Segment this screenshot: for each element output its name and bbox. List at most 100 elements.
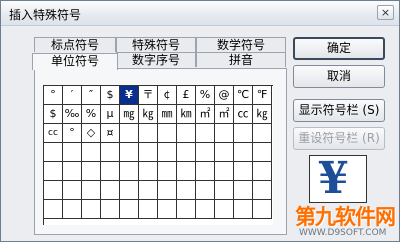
symbol-cell[interactable]: ㎡ [215,105,234,124]
symbol-cell[interactable]: ◇ [82,124,101,143]
symbol-cell[interactable] [63,181,82,200]
symbol-cell[interactable] [63,200,82,219]
symbol-cell[interactable] [158,143,177,162]
symbol-cell[interactable] [234,124,253,143]
symbol-cell[interactable] [177,143,196,162]
symbol-cell[interactable] [120,143,139,162]
symbol-cell[interactable]: 〒 [139,86,158,105]
symbol-cell[interactable] [139,124,158,143]
symbol-cell[interactable]: ㎡ [196,105,215,124]
tab-pinyin[interactable]: 拼音 [196,52,286,67]
symbol-cell[interactable] [215,162,234,181]
watermark-text: 第九软件网 [295,205,396,229]
symbol-cell[interactable] [101,143,120,162]
symbol-cell[interactable] [120,200,139,219]
symbol-cell[interactable] [82,143,101,162]
tab-punctuation[interactable]: 标点符号 [34,37,116,52]
close-icon[interactable]: × [377,5,394,20]
symbol-cell[interactable]: $ [101,86,120,105]
symbol-cell[interactable] [120,162,139,181]
symbol-cell[interactable] [120,181,139,200]
symbol-cell[interactable] [82,200,101,219]
symbol-cell[interactable] [44,181,63,200]
symbol-cell[interactable] [253,143,272,162]
symbol-cell[interactable] [63,143,82,162]
title-bar: 插入特殊符号 × [1,1,399,26]
symbol-cell[interactable] [139,162,158,181]
symbol-cell[interactable] [253,181,272,200]
cancel-button[interactable]: 取消 [293,65,385,88]
symbol-cell[interactable]: $ [44,105,63,124]
symbol-cell[interactable]: ¥ [120,86,139,105]
symbol-cell[interactable] [158,181,177,200]
symbol-cell[interactable] [139,181,158,200]
symbol-cell[interactable] [215,200,234,219]
symbol-cell[interactable] [101,181,120,200]
symbol-cell[interactable]: ㎏ [139,105,158,124]
symbol-cell[interactable] [158,162,177,181]
symbol-cell[interactable] [215,124,234,143]
tab-special-symbols[interactable]: 特殊符号 [116,37,196,52]
symbol-cell[interactable] [215,143,234,162]
symbol-cell[interactable] [63,162,82,181]
symbol-cell[interactable] [253,162,272,181]
symbol-cell[interactable]: ′ [63,86,82,105]
symbol-cell[interactable] [120,124,139,143]
symbol-cell[interactable] [101,200,120,219]
symbol-cell[interactable] [215,181,234,200]
symbol-cell[interactable]: ″ [82,86,101,105]
tab-unit-symbols[interactable]: 单位符号 [32,53,118,70]
symbol-cell[interactable]: ℃ [234,86,253,105]
symbol-cell[interactable]: ㎏ [253,105,272,124]
symbol-cell[interactable] [253,124,272,143]
symbol-cell[interactable]: ㏄ [234,105,253,124]
symbol-cell[interactable] [196,143,215,162]
symbol-cell[interactable]: % [82,105,101,124]
symbol-cell[interactable] [196,162,215,181]
tab-number-sequence[interactable]: 数字序号 [116,52,196,67]
symbol-cell[interactable]: µ [101,105,120,124]
symbol-cell[interactable] [139,200,158,219]
symbol-cell[interactable] [44,143,63,162]
symbol-cell[interactable] [82,181,101,200]
ok-button[interactable]: 确定 [293,37,385,60]
symbol-cell[interactable]: £ [177,86,196,105]
symbol-cell[interactable] [196,181,215,200]
symbol-cell[interactable]: @ [215,86,234,105]
symbol-cell[interactable]: ‰ [63,105,82,124]
symbol-grid: ° ′ ″ $ ¥ 〒 ¢ £% @ ℃ ℉ $ ‰% µ ㎎㎏㎜㎞㎡㎡㏄㎏ cc ° ◇ ¤ [43,85,273,225]
show-symbol-bar-button[interactable]: 显示符号栏 (S) [293,99,385,122]
symbol-cell[interactable] [177,162,196,181]
insert-special-symbol-dialog: 插入特殊符号 × 标点符号 特殊符号 数学符号 数字序号 拼音 单位符号 ° ′ ″… [0,0,400,242]
symbol-cell[interactable] [234,200,253,219]
symbol-cell[interactable] [234,162,253,181]
watermark-url: WWW.D9SOFT.COM [299,228,387,238]
symbol-cell[interactable]: ¢ [158,86,177,105]
symbol-cell[interactable]: ㎞ [177,105,196,124]
symbol-cell[interactable] [177,200,196,219]
symbol-cell[interactable]: ℉ [253,86,272,105]
symbol-cell[interactable] [44,200,63,219]
symbol-cell[interactable] [101,162,120,181]
symbol-cell[interactable] [177,124,196,143]
symbol-cell[interactable]: ° [63,124,82,143]
symbol-cell[interactable] [196,124,215,143]
symbol-cell[interactable] [177,181,196,200]
symbol-cell[interactable]: ㎎ [120,105,139,124]
symbol-cell[interactable] [253,200,272,219]
symbol-cell[interactable]: ¤ [101,124,120,143]
symbol-preview: ¥ [309,155,367,203]
symbol-cell[interactable] [82,162,101,181]
symbol-cell[interactable] [234,181,253,200]
symbol-cell[interactable] [158,124,177,143]
symbol-cell[interactable]: ° [44,86,63,105]
symbol-cell[interactable]: cc [44,124,63,143]
symbol-cell[interactable] [44,162,63,181]
symbol-cell[interactable] [139,143,158,162]
tab-math-symbols[interactable]: 数学符号 [196,37,286,52]
symbol-cell[interactable] [234,143,253,162]
symbol-cell[interactable]: ㎜ [158,105,177,124]
symbol-cell[interactable] [196,200,215,219]
symbol-cell[interactable] [158,200,177,219]
symbol-cell[interactable]: % [196,86,215,105]
